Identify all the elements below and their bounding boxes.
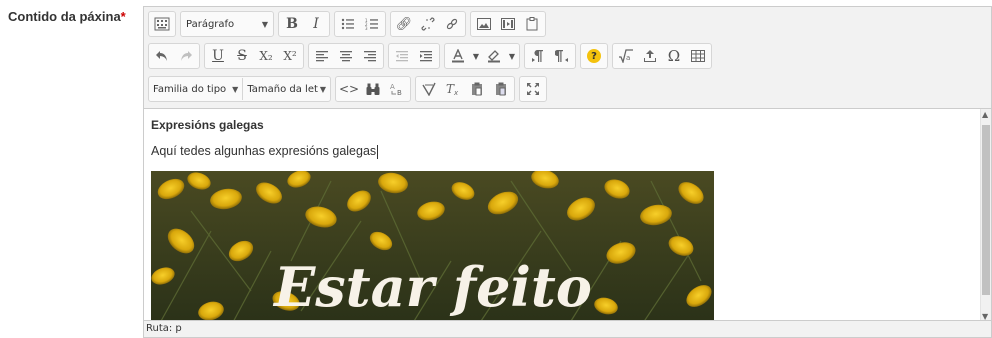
find-replace-icon[interactable] (362, 78, 384, 100)
paragraph-format-select[interactable]: Parágrafo ▼ (182, 13, 272, 35)
help-icon[interactable]: ? (583, 45, 605, 67)
scroll-up-icon[interactable]: ▲ (982, 110, 988, 119)
field-label: Contido da páxina* (8, 9, 126, 24)
bold-button[interactable]: B (281, 13, 303, 35)
content-scrollbar[interactable]: ▲ ▼ (980, 109, 991, 322)
special-character-button[interactable]: Ω (663, 45, 685, 67)
background-color-icon[interactable] (483, 45, 505, 67)
html-source-icon[interactable]: <> (338, 78, 360, 100)
editor-content[interactable]: Expresións galegas Aquí tedes algunhas e… (144, 109, 982, 322)
gorse-flowers-image: Estar feito (151, 171, 714, 322)
italic-button[interactable]: I (305, 13, 327, 35)
svg-text:A: A (390, 83, 395, 91)
unlink-icon[interactable] (417, 13, 439, 35)
align-right-icon[interactable] (359, 45, 381, 67)
embedded-image[interactable]: Estar feito (151, 171, 714, 322)
svg-text:x: x (453, 89, 459, 96)
toolbar-toggle-icon[interactable] (151, 13, 173, 35)
required-mark: * (120, 9, 126, 24)
content-heading: Expresións galegas (151, 118, 264, 132)
paste-word-icon[interactable] (490, 78, 512, 100)
numbered-list-icon[interactable]: 123 (361, 13, 383, 35)
equation-editor-icon[interactable]: a (615, 45, 637, 67)
image-caption-text: Estar feito (272, 255, 592, 319)
table-icon[interactable] (687, 45, 709, 67)
chevron-down-icon[interactable]: ▼ (507, 45, 517, 67)
media-icon[interactable] (497, 13, 519, 35)
toolbar-row-3: Familia do tipo ▼ Tamaño da let ▼ <> AB Tx (148, 75, 551, 103)
scrollbar-thumb[interactable] (982, 125, 990, 295)
font-family-value: Familia do tipo (153, 83, 227, 95)
chevron-down-icon: ▼ (232, 84, 239, 94)
content-paragraph: Aquí tedes algunhas expresións galegas (151, 144, 379, 159)
anchor-link-icon[interactable] (441, 13, 463, 35)
subscript-button[interactable]: X₂ (255, 45, 277, 67)
svg-text:a: a (626, 54, 630, 62)
text-color-icon[interactable] (447, 45, 469, 67)
chevron-down-icon: ▼ (319, 84, 327, 94)
font-size-select[interactable]: Tamaño da let ▼ (243, 78, 330, 100)
accessibility-checker-icon[interactable] (418, 78, 440, 100)
paste-text-icon[interactable] (466, 78, 488, 100)
toolbar-row-2: U S X₂ X² ▼ ▼ ? a Ω (148, 42, 716, 70)
align-left-icon[interactable] (311, 45, 333, 67)
align-center-icon[interactable] (335, 45, 357, 67)
outdent-icon[interactable] (391, 45, 413, 67)
chevron-down-icon: ▼ (261, 19, 268, 29)
rich-text-editor: Parágrafo ▼ B I 123 🔗︎ U S X₂ X² ▼ ▼ ? a… (143, 6, 992, 338)
svg-text:B: B (397, 89, 402, 96)
rtl-direction-icon[interactable] (551, 45, 573, 67)
manage-files-icon[interactable] (521, 13, 543, 35)
redo-icon[interactable] (175, 45, 197, 67)
text-cursor (377, 144, 379, 159)
superscript-button[interactable]: X² (279, 45, 301, 67)
editor-toolbar: Parágrafo ▼ B I 123 🔗︎ U S X₂ X² ▼ ▼ ? a… (144, 7, 991, 109)
chevron-down-icon[interactable]: ▼ (471, 45, 481, 67)
paragraph-format-value: Parágrafo (186, 18, 235, 30)
format-convert-icon[interactable]: AB (386, 78, 408, 100)
svg-text:3: 3 (365, 26, 368, 30)
bullet-list-icon[interactable] (337, 13, 359, 35)
help-badge: ? (587, 49, 601, 63)
undo-icon[interactable] (151, 45, 173, 67)
font-family-select[interactable]: Familia do tipo ▼ (149, 78, 244, 100)
ltr-direction-icon[interactable] (527, 45, 549, 67)
insert-upload-icon[interactable] (639, 45, 661, 67)
strikethrough-button[interactable]: S (231, 45, 253, 67)
clear-formatting-icon[interactable]: Tx (442, 78, 464, 100)
indent-icon[interactable] (415, 45, 437, 67)
fullscreen-icon[interactable] (522, 78, 544, 100)
image-icon[interactable] (473, 13, 495, 35)
editor-statusbar: Ruta: p (144, 320, 991, 337)
toolbar-row-1: Parágrafo ▼ B I 123 🔗︎ (148, 10, 550, 38)
font-size-value: Tamaño da let (247, 83, 318, 95)
underline-button[interactable]: U (207, 45, 229, 67)
link-icon[interactable]: 🔗︎ (393, 13, 415, 35)
paragraph-text: Aquí tedes algunhas expresións galegas (151, 144, 377, 158)
